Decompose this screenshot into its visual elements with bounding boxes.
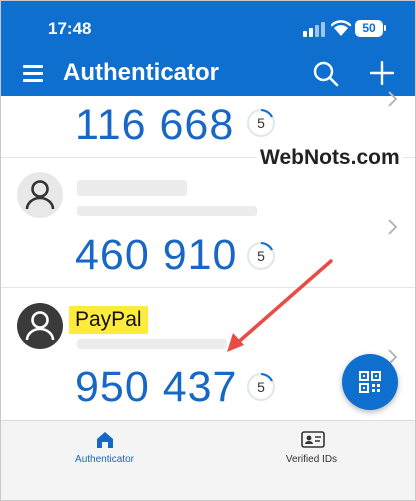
code-timer: 5 <box>246 108 276 138</box>
nav-item-verified-ids[interactable]: Verified IDs <box>208 421 415 500</box>
watermark: WebNots.com <box>257 146 403 170</box>
annotation-arrow <box>227 259 333 352</box>
qr-scan-icon <box>359 371 381 393</box>
person-icon <box>25 311 55 341</box>
blurred-account-name <box>77 180 187 196</box>
search-icon[interactable] <box>313 61 339 87</box>
signal-icon <box>303 21 325 37</box>
blurred-account-email <box>77 206 257 216</box>
chevron-right-icon <box>388 91 398 107</box>
battery-tip <box>384 25 386 31</box>
nav-item-authenticator[interactable]: Authenticator <box>1 421 208 500</box>
nav-label: Authenticator <box>75 454 134 465</box>
status-time: 17:48 <box>48 19 92 38</box>
app-screen: 17:48 50 Authenticator 116 668 5 460 910… <box>0 0 416 501</box>
home-icon <box>97 432 113 448</box>
blurred-account-email <box>77 339 227 349</box>
account-row[interactable]: 460 910 5 <box>1 158 415 287</box>
timer-seconds: 5 <box>257 379 265 395</box>
account-code: 950 437 <box>75 363 238 411</box>
chevron-right-icon <box>388 219 398 235</box>
add-icon[interactable] <box>370 61 394 85</box>
avatar <box>17 172 63 218</box>
code-timer: 5 <box>246 372 276 402</box>
id-card-icon <box>301 431 325 448</box>
battery-indicator: 50 <box>355 20 383 37</box>
nav-label: Verified IDs <box>285 454 338 465</box>
person-icon <box>25 180 55 210</box>
menu-icon[interactable] <box>23 65 43 83</box>
account-name-highlight: PayPal <box>69 306 148 334</box>
app-title: Authenticator <box>63 59 219 86</box>
avatar <box>17 303 63 349</box>
account-code: 116 668 <box>75 101 235 149</box>
account-code: 460 910 <box>75 231 238 279</box>
timer-seconds: 5 <box>257 115 265 131</box>
app-header: 17:48 50 Authenticator <box>1 1 415 96</box>
wifi-icon <box>331 20 351 36</box>
bottom-nav: Authenticator Verified IDs <box>1 420 415 500</box>
qr-scan-button[interactable] <box>342 354 398 410</box>
